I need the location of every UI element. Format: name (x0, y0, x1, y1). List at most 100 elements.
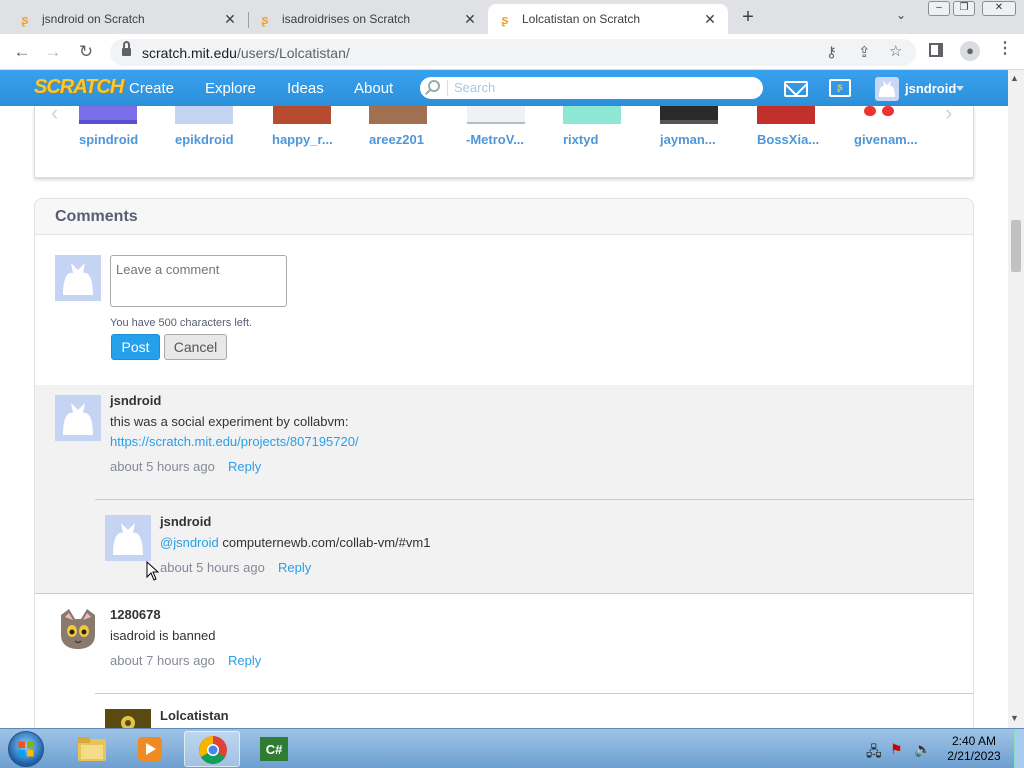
browser-menu-icon[interactable]: ⋮ (997, 41, 1013, 57)
tab-lolcatistan[interactable]: ʂ Lolcatistan on Scratch ✕ (488, 4, 728, 34)
account-username[interactable]: jsndroid (905, 81, 956, 96)
following-username[interactable]: happy_r... (272, 132, 333, 147)
scrollbar-thumb[interactable] (1011, 220, 1021, 272)
reply-body: computernewb.com/collab-vm/#vm1 (218, 535, 431, 550)
following-thumb[interactable] (79, 106, 137, 124)
carousel-left-arrow-icon[interactable]: ‹ (51, 100, 58, 126)
comments-heading: Comments (55, 208, 138, 225)
network-icon[interactable]: 🖧 (866, 741, 882, 765)
comment-input[interactable] (110, 255, 287, 307)
forward-icon[interactable]: → (43, 43, 63, 61)
close-tab-icon[interactable]: ✕ (462, 11, 478, 28)
close-tab-icon[interactable]: ✕ (702, 11, 718, 28)
following-username[interactable]: rixtyd (563, 132, 598, 147)
following-thumb[interactable] (369, 106, 427, 124)
search-divider (447, 80, 448, 96)
tab-search-chevron-icon[interactable]: ⌄ (896, 8, 906, 22)
comment-username[interactable]: 1280678 (110, 607, 161, 622)
following-username[interactable]: epikdroid (175, 132, 234, 147)
search-placeholder: Search (454, 80, 496, 95)
scratch-favicon-icon: ʂ (501, 11, 509, 27)
following-username[interactable]: -MetroV... (466, 132, 524, 147)
account-dropdown-caret-icon[interactable] (956, 86, 964, 91)
page-scrollbar[interactable] (1008, 70, 1024, 728)
back-icon[interactable]: ← (12, 43, 32, 61)
following-thumb[interactable] (854, 106, 912, 124)
scratch-logo[interactable]: SCRATCH (34, 76, 124, 99)
nav-explore[interactable]: Explore (205, 80, 256, 97)
scroll-up-arrow-icon[interactable]: ▲ (1010, 73, 1019, 83)
reply-link[interactable]: Reply (228, 459, 261, 474)
messages-envelope-icon[interactable] (784, 81, 808, 97)
comment-username[interactable]: jsndroid (110, 393, 161, 408)
tab-title: isadroidrises on Scratch (282, 12, 411, 26)
reply-divider (95, 693, 973, 694)
following-thumb[interactable] (757, 106, 815, 124)
comments-header: Comments (35, 199, 973, 235)
clock-time: 2:40 AM (951, 734, 997, 748)
following-username[interactable]: jayman... (660, 132, 716, 147)
lock-icon[interactable] (122, 41, 131, 56)
action-center-flag-icon[interactable]: ⚑ (890, 741, 903, 758)
chrome-icon[interactable] (184, 731, 240, 767)
comment-link[interactable]: https://scratch.mit.edu/projects/8071957… (110, 434, 359, 449)
profile-icon[interactable]: ● (960, 41, 980, 61)
media-player-icon[interactable] (122, 731, 178, 767)
nav-about[interactable]: About (354, 80, 393, 97)
url-text[interactable]: scratch.mit.edu/users/Lolcatistan/ (142, 45, 350, 61)
avatar[interactable] (105, 515, 151, 561)
nav-create[interactable]: Create (129, 80, 174, 97)
nav-ideas[interactable]: Ideas (287, 80, 324, 97)
restore-button[interactable]: ❐ (953, 1, 975, 16)
volume-icon[interactable]: 🔈 (914, 741, 931, 758)
address-bar[interactable]: scratch.mit.edu/users/Lolcatistan/ ⚷ ⇪ ☆ (110, 39, 916, 66)
following-thumb[interactable] (467, 106, 525, 124)
comment-divider (35, 593, 973, 594)
reload-icon[interactable]: ↻ (76, 43, 96, 61)
minimize-button[interactable]: – (928, 1, 950, 16)
file-explorer-icon[interactable] (64, 731, 120, 767)
start-button[interactable] (8, 731, 44, 767)
characters-left-text: You have 500 characters left. (110, 317, 253, 329)
following-username[interactable]: BossXia... (757, 132, 819, 147)
side-panel-icon[interactable] (929, 43, 943, 57)
tab-isadroidrises[interactable]: ʂ isadroidrises on Scratch ✕ (248, 4, 488, 34)
reply-divider (95, 499, 973, 500)
comment-username[interactable]: jsndroid (160, 514, 211, 529)
new-tab-button[interactable]: + (738, 7, 758, 27)
reply-link[interactable]: Reply (228, 653, 261, 668)
following-thumb[interactable] (175, 106, 233, 124)
search-input[interactable]: Search (420, 77, 763, 99)
following-carousel: ‹ › spindroid epikdroid happy_r... areez… (34, 100, 974, 178)
share-icon[interactable]: ⇪ (858, 45, 871, 61)
avatar[interactable] (55, 255, 101, 301)
bookmark-star-icon[interactable]: ☆ (889, 44, 902, 60)
close-window-button[interactable]: ✕ (982, 1, 1016, 16)
avatar[interactable] (55, 605, 101, 651)
following-thumb[interactable] (563, 106, 621, 124)
system-clock[interactable]: 2:40 AM 2/21/2023 (944, 734, 1004, 764)
comment-timestamp: about 5 hours ago (160, 560, 265, 575)
comments-section: Comments You have 500 characters left. P… (34, 198, 974, 738)
following-thumb[interactable] (660, 106, 718, 124)
following-username[interactable]: areez201 (369, 132, 424, 147)
cancel-button[interactable]: Cancel (164, 334, 227, 360)
following-username[interactable]: givenam... (854, 132, 918, 147)
csharp-app-icon[interactable]: C# (246, 731, 302, 767)
user-avatar[interactable] (875, 77, 899, 101)
close-tab-icon[interactable]: ✕ (222, 11, 238, 28)
windows-taskbar: C# 🖧 ⚑ 🔈 2:40 AM 2/21/2023 (0, 728, 1024, 768)
following-thumb[interactable] (273, 106, 331, 124)
post-button[interactable]: Post (111, 334, 160, 360)
my-stuff-folder-icon[interactable]: ʂ (829, 79, 851, 97)
show-desktop-button[interactable] (1014, 729, 1024, 768)
following-username[interactable]: spindroid (79, 132, 138, 147)
key-icon[interactable]: ⚷ (826, 45, 837, 61)
avatar[interactable] (55, 395, 101, 441)
tab-jsndroid[interactable]: ʂ jsndroid on Scratch ✕ (8, 4, 248, 34)
reply-link[interactable]: Reply (278, 560, 311, 575)
carousel-right-arrow-icon[interactable]: › (945, 100, 952, 126)
comment-username[interactable]: Lolcatistan (160, 708, 229, 723)
scroll-down-arrow-icon[interactable]: ▼ (1010, 713, 1019, 723)
mention-link[interactable]: @jsndroid (160, 535, 219, 550)
